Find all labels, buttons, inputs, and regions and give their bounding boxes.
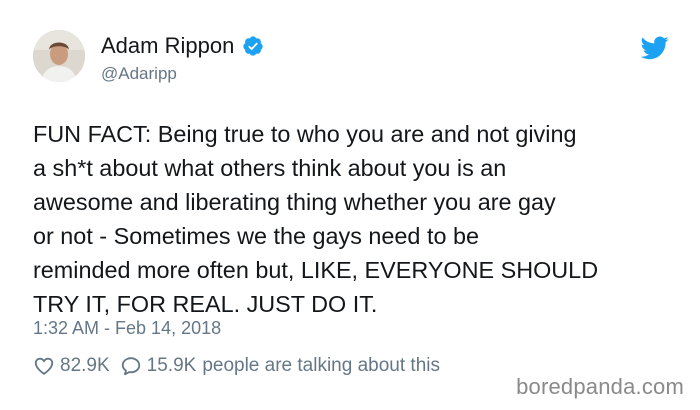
tweet-text-line: FUN FACT: Being true to who you are and … xyxy=(33,121,577,147)
tweet-timestamp[interactable]: 1:32 AM - Feb 14, 2018 xyxy=(33,318,221,339)
twitter-bird-icon[interactable] xyxy=(640,36,669,60)
verified-badge-icon xyxy=(242,35,264,57)
avatar[interactable] xyxy=(33,30,85,82)
tweet-text-line: awesome and liberating thing whether you… xyxy=(33,189,556,215)
user-handle[interactable]: @Adaripp xyxy=(101,64,177,84)
speech-bubble-icon[interactable] xyxy=(120,355,142,377)
likes-count[interactable]: 82.9K xyxy=(60,355,110,377)
talking-about-text[interactable]: people are talking about this xyxy=(202,355,440,377)
user-name[interactable]: Adam Rippon xyxy=(101,33,264,59)
tweet-text-line: a sh*t about what others think about you… xyxy=(33,155,507,181)
user-name-text[interactable]: Adam Rippon xyxy=(101,33,234,59)
tweet-text: FUN FACT: Being true to who you are and … xyxy=(33,117,673,321)
watermark: boredpanda.com xyxy=(516,374,684,399)
tweet-text-line: or not - Sometimes we the gays need to b… xyxy=(33,223,479,249)
heart-icon[interactable] xyxy=(33,355,55,377)
replies-count[interactable]: 15.9K xyxy=(147,355,197,377)
tweet-text-line: TRY IT, FOR REAL. JUST DO IT. xyxy=(33,291,378,317)
tweet-text-line: reminded more often but, LIKE, EVERYONE … xyxy=(33,257,599,283)
tweet-stats: 82.9K 15.9K people are talking about thi… xyxy=(33,355,440,377)
